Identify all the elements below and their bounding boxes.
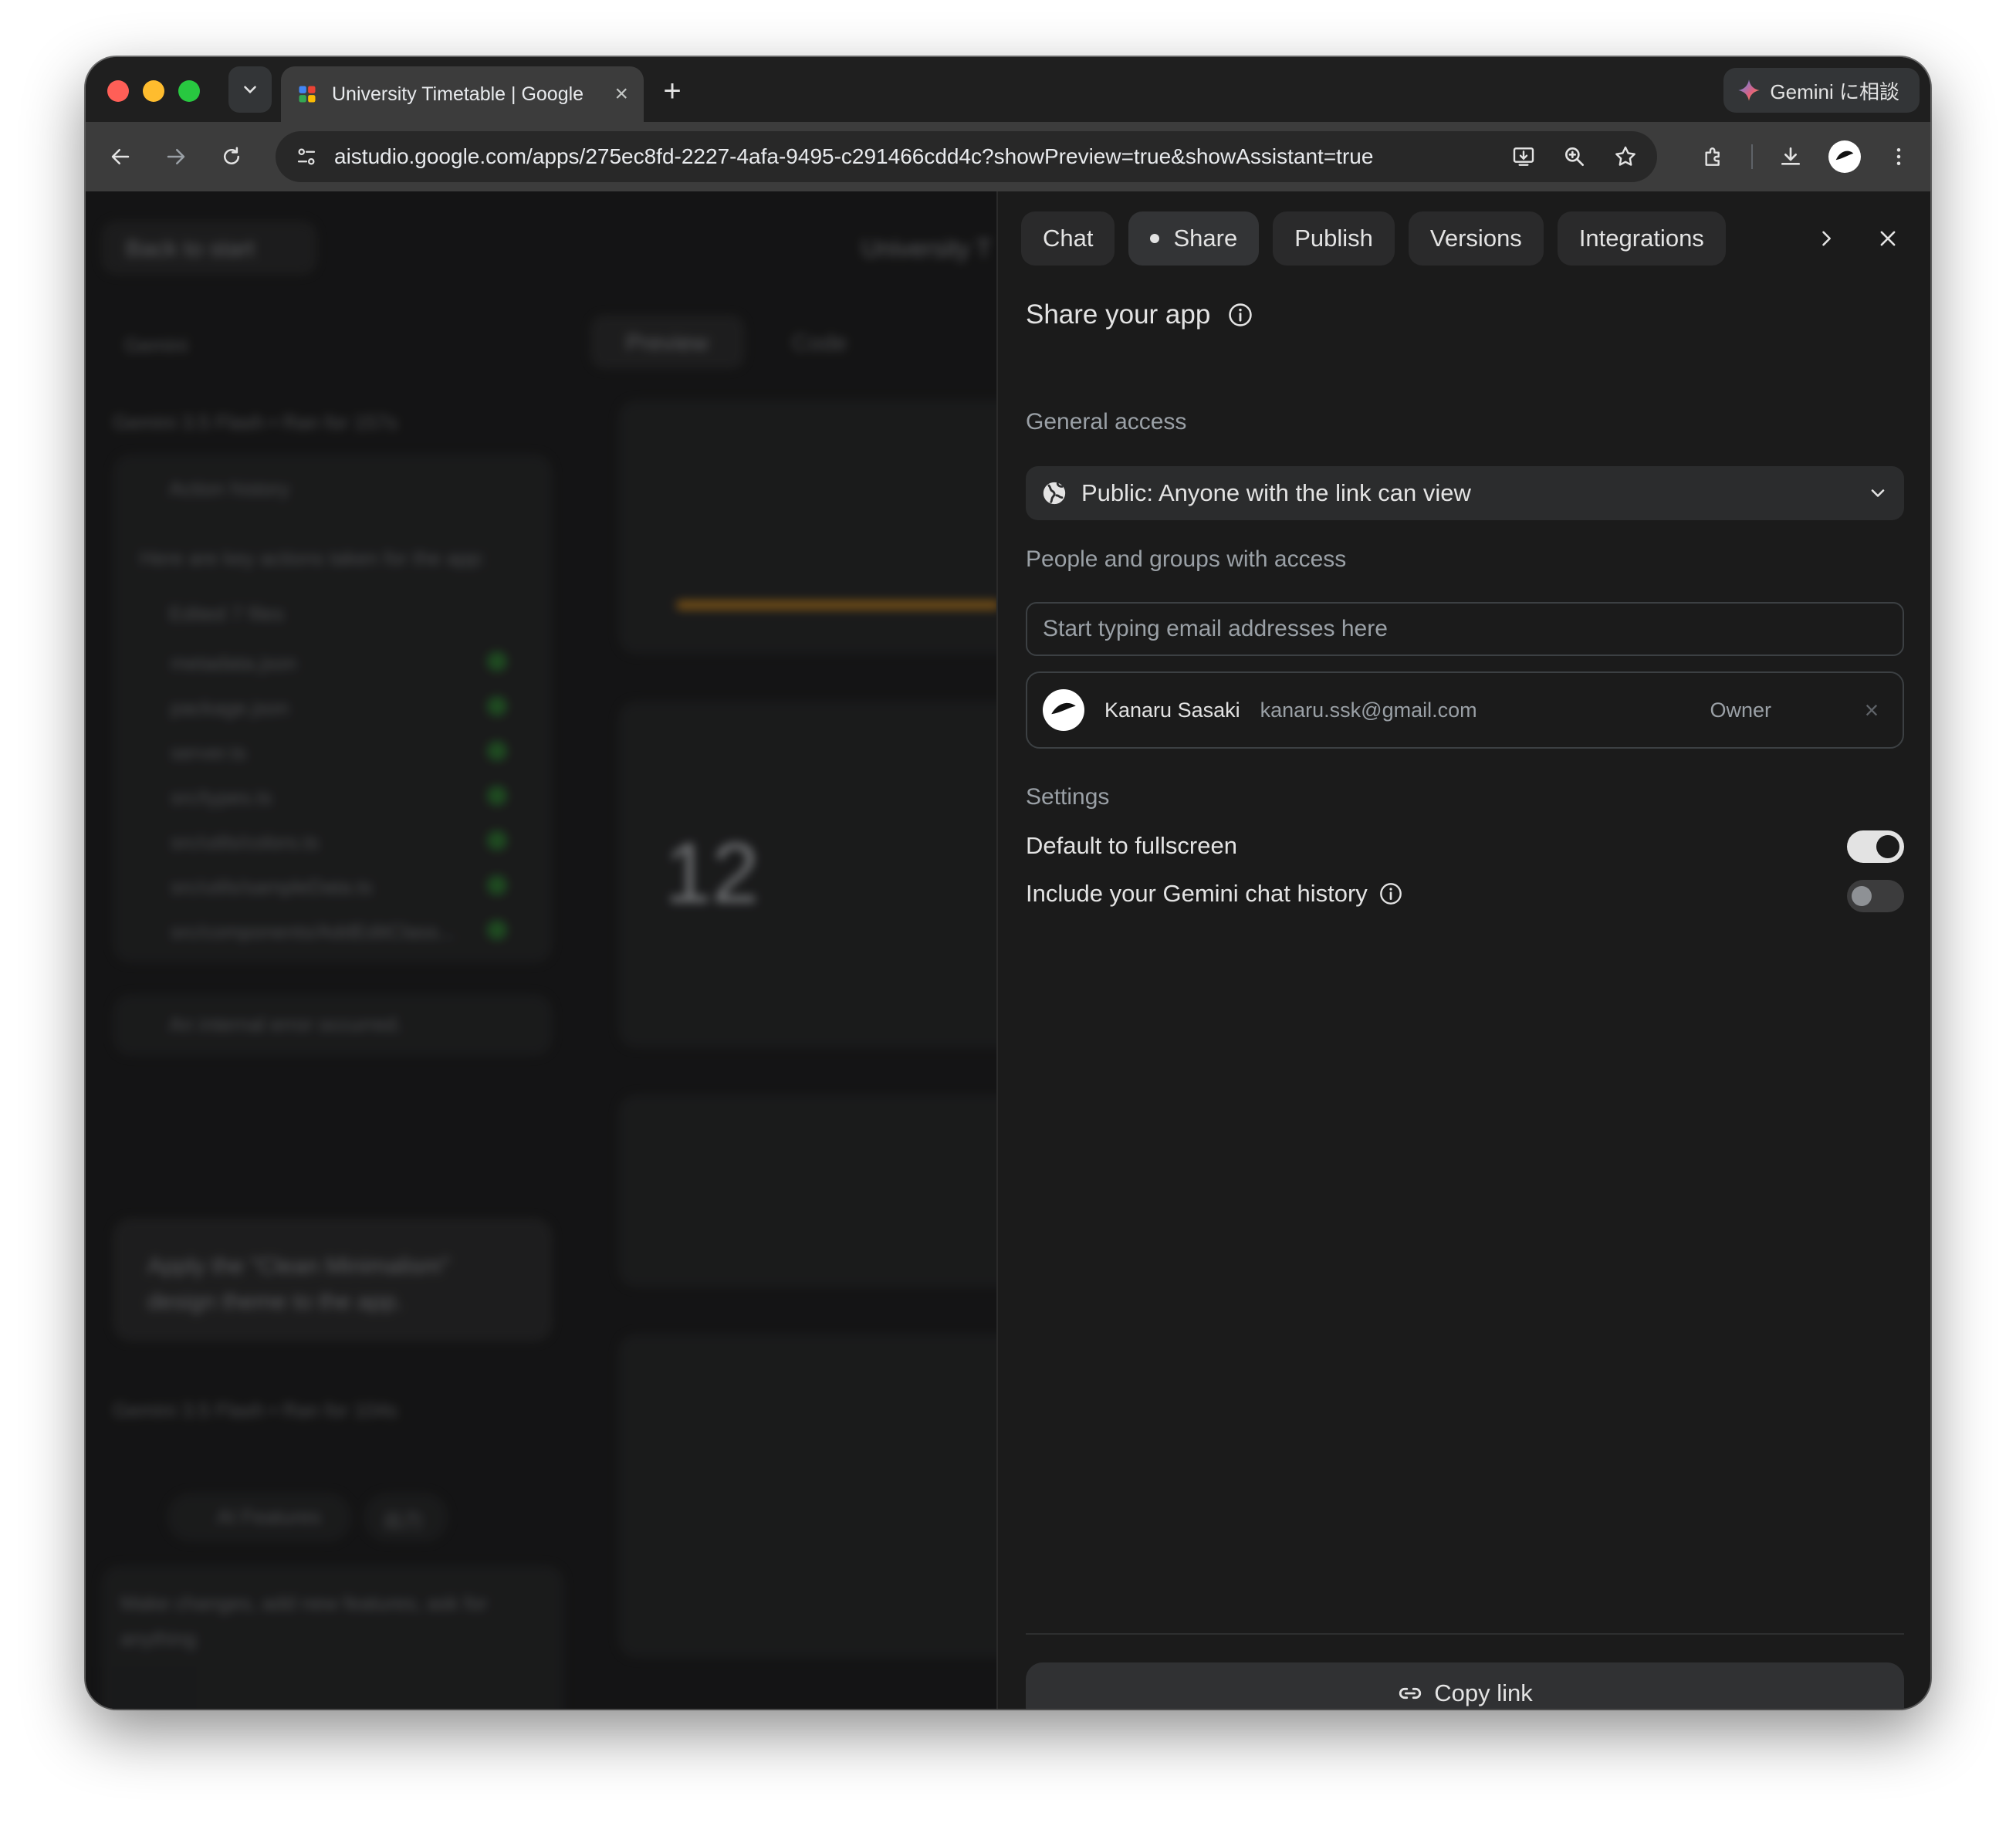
tab-title: University Timetable | Google <box>332 83 584 105</box>
forward-button[interactable] <box>158 139 194 174</box>
general-access-value: Public: Anyone with the link can view <box>1081 479 1471 506</box>
arrow-right-icon <box>167 149 185 164</box>
link-icon <box>1399 1687 1422 1700</box>
site-settings-icon[interactable] <box>289 140 323 174</box>
zoom-icon[interactable] <box>1557 139 1592 174</box>
toggle-knob <box>1852 886 1872 906</box>
chat-history-setting-label: Include your Gemini chat history <box>1026 880 1403 908</box>
chat-history-toggle[interactable] <box>1847 880 1904 912</box>
close-icon <box>1880 231 1896 246</box>
url-text: aistudio.google.com/apps/275ec8fd-2227-4… <box>334 144 1374 168</box>
toggle-knob <box>1876 835 1899 858</box>
close-tab-icon[interactable]: × <box>614 81 628 107</box>
general-access-select[interactable]: Public: Anyone with the link can view <box>1026 466 1904 520</box>
globe-icon <box>1043 482 1066 505</box>
panel-divider <box>1026 1633 1904 1635</box>
share-panel: Chat Share Publish Versions Integrations… <box>996 191 1930 1709</box>
minimize-window-button[interactable] <box>143 80 164 102</box>
owner-name: Kanaru Sasaki <box>1104 698 1240 722</box>
address-bar[interactable]: aistudio.google.com/apps/275ec8fd-2227-4… <box>276 131 1657 182</box>
tab-integrations-label: Integrations <box>1578 225 1704 252</box>
info-icon[interactable] <box>1378 881 1403 906</box>
owner-role: Owner <box>1710 698 1771 722</box>
settings-label: Settings <box>1026 784 1110 810</box>
panel-tabs: Chat Share Publish Versions Integrations <box>1021 211 1726 266</box>
tab-publish[interactable]: Publish <box>1273 211 1395 266</box>
bookmark-star-icon[interactable] <box>1608 139 1643 174</box>
avatar <box>1043 689 1084 731</box>
tab-versions-label: Versions <box>1429 225 1522 252</box>
tab-chat[interactable]: Chat <box>1021 211 1115 266</box>
browser-toolbar: aistudio.google.com/apps/275ec8fd-2227-4… <box>86 122 1930 191</box>
close-window-button[interactable] <box>107 80 129 102</box>
active-tab-dot <box>1150 234 1160 243</box>
general-access-label: General access <box>1026 409 1187 435</box>
panel-heading: Share your app <box>1026 299 1253 330</box>
email-input[interactable] <box>1026 602 1904 656</box>
download-icon[interactable] <box>1773 139 1808 174</box>
browser-window: University Timetable | Google × + Gemini… <box>86 57 1930 1709</box>
chevron-right-icon <box>1822 231 1831 246</box>
tab-search-button[interactable] <box>228 66 272 113</box>
fullscreen-setting-text: Default to fullscreen <box>1026 832 1237 859</box>
copy-link-label: Copy link <box>1434 1679 1533 1706</box>
gemini-button-label: Gemini に相談 <box>1770 79 1899 103</box>
gemini-button[interactable]: Gemini に相談 <box>1723 68 1920 113</box>
people-access-label: People and groups with access <box>1026 546 1347 572</box>
tab-strip: University Timetable | Google × + Gemini… <box>86 57 1930 122</box>
chevron-down-icon <box>244 86 256 94</box>
ai-studio-favicon-icon <box>299 86 316 103</box>
tab-chat-label: Chat <box>1043 225 1094 252</box>
tab-integrations[interactable]: Integrations <box>1557 211 1726 266</box>
chat-history-setting-text: Include your Gemini chat history <box>1026 880 1368 907</box>
copy-link-button[interactable]: Copy link <box>1026 1662 1904 1709</box>
background-app: Back to start University T Gemini Previe… <box>86 191 996 1709</box>
fullscreen-setting-label: Default to fullscreen <box>1026 832 1237 860</box>
reload-icon <box>224 147 239 164</box>
fullscreen-toggle[interactable] <box>1847 830 1904 863</box>
tab-publish-label: Publish <box>1294 225 1373 252</box>
toolbar-divider <box>1751 144 1753 169</box>
profile-avatar[interactable] <box>1828 140 1861 173</box>
owner-email: kanaru.ssk@gmail.com <box>1260 698 1477 722</box>
gemini-sparkle-icon <box>1738 79 1761 101</box>
more-menu-icon[interactable] <box>1881 139 1916 174</box>
info-icon[interactable] <box>1227 302 1253 328</box>
close-panel-button[interactable] <box>1870 221 1906 256</box>
more-tabs-button[interactable] <box>1808 221 1844 256</box>
tab-versions[interactable]: Versions <box>1408 211 1544 266</box>
new-tab-button[interactable]: + <box>655 74 689 108</box>
tab-share-label: Share <box>1173 225 1238 252</box>
arrow-left-icon <box>111 149 130 164</box>
browser-tab[interactable]: University Timetable | Google × <box>281 66 644 122</box>
extensions-icon[interactable] <box>1696 139 1731 174</box>
reload-button[interactable] <box>214 139 249 174</box>
remove-access-icon: × <box>1864 695 1879 724</box>
access-list-item: Kanaru Sasaki kanaru.ssk@gmail.com Owner… <box>1026 671 1904 749</box>
maximize-window-button[interactable] <box>178 80 200 102</box>
panel-title: Share your app <box>1026 299 1211 330</box>
back-button[interactable] <box>103 139 138 174</box>
chevron-down-icon <box>1871 489 1885 497</box>
tab-share[interactable]: Share <box>1128 211 1260 266</box>
install-app-icon[interactable] <box>1506 139 1541 174</box>
